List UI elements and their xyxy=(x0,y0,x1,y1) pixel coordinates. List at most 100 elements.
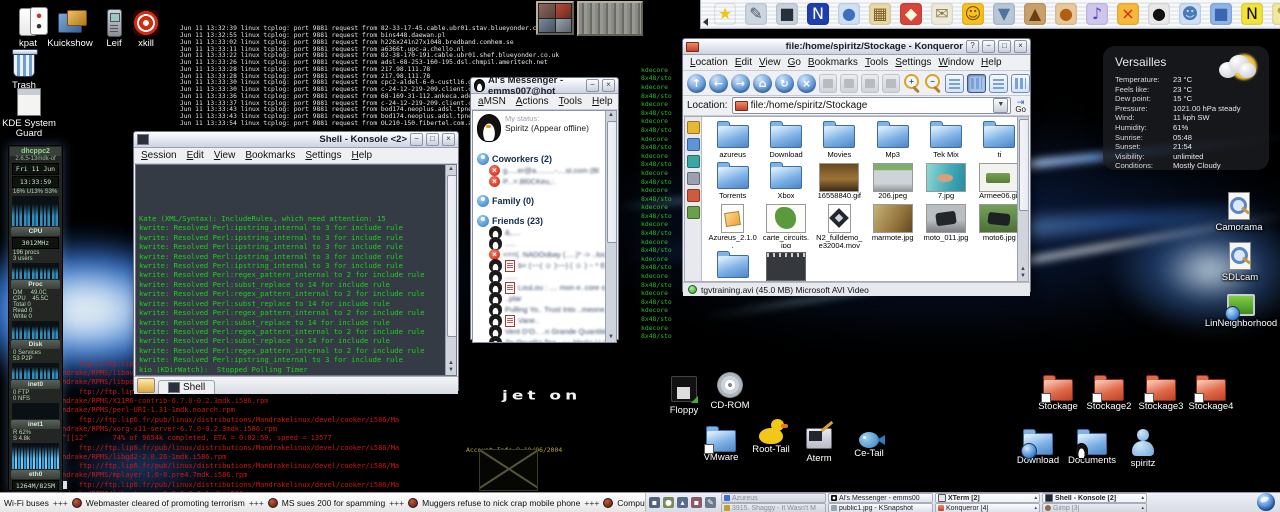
menu-item[interactable]: View xyxy=(759,57,781,68)
file-item[interactable]: moto_011.jpg xyxy=(919,204,972,248)
menu-item[interactable]: Help xyxy=(592,96,613,107)
file-item[interactable]: Xbox xyxy=(759,162,812,200)
location-field[interactable]: ▼ xyxy=(731,97,1012,114)
location-input[interactable] xyxy=(750,100,991,111)
desktop-icon-vmware[interactable]: VMware xyxy=(698,424,744,463)
multicolumn-view-icon[interactable] xyxy=(967,73,986,93)
ticker-item[interactable]: MS sues 200 for spamming +++ xyxy=(282,497,419,508)
amsn-titlebar[interactable]: Al's Messenger - emms007@hot − × xyxy=(471,75,618,97)
minimize-button[interactable]: − xyxy=(586,79,599,92)
scroll-down-arrow[interactable]: ▼ xyxy=(607,334,615,341)
scroll-down-arrow[interactable]: ▼ xyxy=(447,367,455,374)
konsole-scrollbar[interactable]: ▲ ▲ ▼ xyxy=(445,165,456,375)
panel-hide-arrow[interactable] xyxy=(703,18,708,26)
amsn-scrollbar[interactable]: ▲ ▼ xyxy=(605,111,616,342)
menu-item[interactable]: Bookmarks xyxy=(245,150,295,161)
scroll-up-arrow[interactable]: ▲ xyxy=(607,112,615,119)
desktop-icon-documents[interactable]: Documents xyxy=(1066,427,1118,466)
desktop-icon-kuickshow[interactable]: Kuickshow xyxy=(42,8,98,49)
ticker-item[interactable]: Muggers refuse to nick crap mobile phone… xyxy=(422,497,614,508)
file-item[interactable]: 206.jpeg xyxy=(866,162,919,200)
headline-text[interactable]: Wi-Fi buses xyxy=(4,498,49,508)
smiley-messenger-icon[interactable]: ☺ xyxy=(962,3,984,25)
contact-row[interactable]: Ze Ow.eRz Tea.. ~~ MaXo U => Un xyxy=(473,336,616,342)
up-icon[interactable] xyxy=(687,73,706,93)
my-status-row[interactable]: My status: Spiritz (Appear offline) xyxy=(473,111,616,145)
help-button[interactable]: ? xyxy=(966,40,979,53)
print-icon[interactable] xyxy=(882,73,900,93)
menu-item[interactable]: Settings xyxy=(895,57,931,68)
file-item[interactable]: N2_fulldemo_ e32004.mov xyxy=(813,204,866,248)
taskbar-button[interactable]: Konqueror [4] ▴ xyxy=(935,503,1040,512)
desktop-icon-ksysguard[interactable]: KDE System Guard xyxy=(0,86,58,139)
menu-item[interactable]: View xyxy=(214,150,236,161)
desktop-icon-stockage4[interactable]: Stockage4 xyxy=(1186,373,1236,412)
taskbar-button[interactable]: Shell - Konsole [2] ▴ xyxy=(1042,493,1147,503)
taskbar-button[interactable]: 3915. Shaggy - It Wasn't M ▴ xyxy=(721,503,826,512)
menu-item[interactable]: Location xyxy=(690,57,728,68)
tray-icon-1[interactable]: ▪ xyxy=(649,497,660,508)
kmail-icon[interactable]: ✉ xyxy=(931,3,953,25)
gkrellm-monitor[interactable]: dhcppc2 2.6.5-13mdk-of Fri 11 Jun 13:33:59 1… xyxy=(8,145,63,491)
bookmark-star-icon[interactable]: ★ xyxy=(714,3,736,25)
file-item[interactable]: Mp3 xyxy=(866,121,919,159)
desktop-icon-cdrom[interactable]: CD-ROM xyxy=(708,370,752,411)
new-session-button[interactable] xyxy=(137,378,155,393)
contact-row[interactable]: Family (0) xyxy=(473,194,616,207)
cut-icon[interactable] xyxy=(819,73,837,93)
headline-text[interactable]: Webmaster cleared of promoting terrorism xyxy=(86,498,245,508)
desktop-icon-stockage2[interactable]: Stockage2 xyxy=(1084,373,1134,412)
konqueror-scrollbar[interactable]: ▲ ▼ xyxy=(1017,117,1028,281)
menu-item[interactable]: Window xyxy=(938,57,974,68)
scroll-down-arrow[interactable]: ▼ xyxy=(1019,273,1027,280)
desktop-monitor-icon[interactable]: ■ xyxy=(776,3,798,25)
tray-icon-2[interactable]: ● xyxy=(663,497,674,508)
desktop-icon-spiritz[interactable]: spiritz xyxy=(1122,428,1164,469)
minimize-button[interactable]: − xyxy=(982,40,995,53)
knotes-icon[interactable]: ✎ xyxy=(1272,3,1280,25)
location-dropdown-button[interactable]: ▼ xyxy=(993,98,1009,113)
konsole-titlebar[interactable]: Shell - Konsole <2> − □ × xyxy=(134,132,458,148)
menu-item[interactable]: Go xyxy=(788,57,801,68)
taskbar-button[interactable]: Al's Messenger - emms00 ▴ xyxy=(828,493,933,503)
tree-view-icon[interactable] xyxy=(1011,73,1030,93)
home-icon[interactable] xyxy=(753,73,772,93)
file-item[interactable]: Azureus_2.1.0. 0a_linux.GTK. tar.bz2 xyxy=(706,204,759,248)
file-item[interactable]: Movies xyxy=(813,121,866,159)
taskbar-button[interactable]: public1.jpg - KSnapshot ▴ xyxy=(828,503,933,512)
menu-item[interactable]: Help xyxy=(981,57,1002,68)
bookmarks-icon[interactable] xyxy=(686,121,700,134)
contact-row[interactable]: P...=.Bl0CKeu,:. xyxy=(473,176,616,187)
file-item[interactable]: carte_circuits. jpg xyxy=(759,204,812,248)
tray-icon-4[interactable]: ▪ xyxy=(691,497,702,508)
ticker-item[interactable]: Computer intrusion losses xyxy=(617,498,645,508)
back-icon[interactable] xyxy=(709,73,728,93)
browser-globe-icon[interactable]: ● xyxy=(838,3,860,25)
taskbar-button[interactable]: XTerm [2] ▴ xyxy=(935,493,1040,503)
headline-text[interactable]: Computer intrusion losses xyxy=(617,498,645,508)
desktop-icon-camorama[interactable]: Camorama xyxy=(1208,190,1270,233)
file-item[interactable]: Torrents xyxy=(706,162,759,200)
close-button[interactable]: × xyxy=(1014,40,1027,53)
kuser-icon[interactable]: ☻ xyxy=(1179,3,1201,25)
konsole-output[interactable]: Kate (XML/Syntax): IncludeRules, which n… xyxy=(135,164,457,376)
tux-icon[interactable]: ● xyxy=(1148,3,1170,25)
desktop-icon-trash[interactable]: Trash xyxy=(2,48,46,91)
ticker-item[interactable]: Webmaster cleared of promoting terrorism… xyxy=(86,497,278,508)
scrollbar-thumb[interactable] xyxy=(607,121,616,243)
file-item[interactable]: Tek Mix xyxy=(919,121,972,159)
maximize-button[interactable]: □ xyxy=(426,133,439,146)
file-item[interactable]: 16558840.gif xyxy=(813,162,866,200)
ksnapshot-icon[interactable]: ✎ xyxy=(745,3,767,25)
desktop-icon-stockage3[interactable]: Stockage3 xyxy=(1136,373,1186,412)
menu-item[interactable]: Actions xyxy=(516,96,549,107)
reload-icon[interactable] xyxy=(775,73,794,93)
konsole-window[interactable]: Shell - Konsole <2> − □ × Session Edit Vie… xyxy=(133,131,459,394)
detailed-view-icon[interactable] xyxy=(989,73,1008,93)
close-button[interactable]: × xyxy=(602,79,615,92)
coffee-bean-icon[interactable]: ● xyxy=(1055,3,1077,25)
globe-tray-icon[interactable] xyxy=(1257,493,1275,511)
home-icon[interactable] xyxy=(686,155,700,168)
zoom-out-icon[interactable] xyxy=(924,74,942,92)
scroll-up-arrow[interactable]: ▲ xyxy=(1019,266,1027,273)
